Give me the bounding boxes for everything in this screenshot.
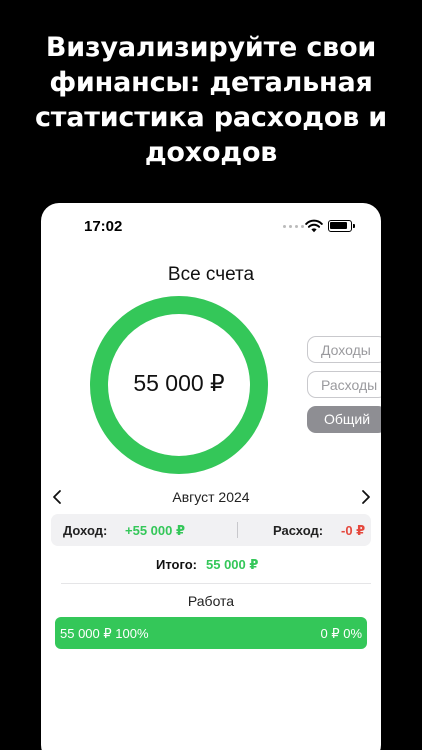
category-income-text: 55 000 ₽ 100% [60, 626, 149, 641]
segment-total[interactable]: Общий [307, 406, 381, 433]
promo-headline: Визуализируйте свои финансы: детальная с… [0, 30, 422, 170]
period-selector: Август 2024 [41, 485, 381, 509]
status-time: 17:02 [84, 218, 123, 235]
segment-income[interactable]: Доходы [307, 336, 381, 363]
promo-line: статистика расходов и [34, 102, 388, 133]
category-bar[interactable]: 55 000 ₽ 100% 0 ₽ 0% [55, 617, 367, 649]
category-expense-text: 0 ₽ 0% [320, 626, 362, 641]
wifi-icon [305, 219, 323, 233]
total-value: 55 000 ₽ [206, 557, 259, 572]
chevron-right-icon[interactable] [358, 485, 374, 509]
total-row: Итого: 55 000 ₽ [41, 557, 381, 577]
battery-icon [328, 220, 355, 232]
status-bar: 17:02 [41, 203, 381, 247]
signal-dots-icon [283, 225, 304, 228]
period-label: Август 2024 [172, 489, 250, 505]
expense-label: Расход: [273, 523, 324, 538]
phone-screen: 17:02 Все счета 55 000 ₽ Доходы Расходы … [41, 203, 381, 750]
income-label: Доход: [63, 523, 108, 538]
expense-value: -0 ₽ [341, 523, 366, 538]
segment-expenses[interactable]: Расходы [307, 371, 381, 398]
category-title: Работа [187, 593, 235, 609]
accounts-title[interactable]: Все счета [41, 264, 381, 286]
income-value: +55 000 ₽ [125, 523, 186, 538]
total-label: Итого: [156, 557, 197, 572]
balance-value: 55 000 ₽ [133, 370, 225, 396]
divider [61, 583, 371, 584]
promo-line: Визуализируйте свои [45, 32, 377, 63]
summary-bar: Доход: +55 000 ₽ Расход: -0 ₽ [51, 514, 371, 546]
summary-divider [237, 522, 238, 538]
promo-line: доходов [144, 137, 278, 168]
promo-line: финансы: детальная [49, 67, 373, 98]
